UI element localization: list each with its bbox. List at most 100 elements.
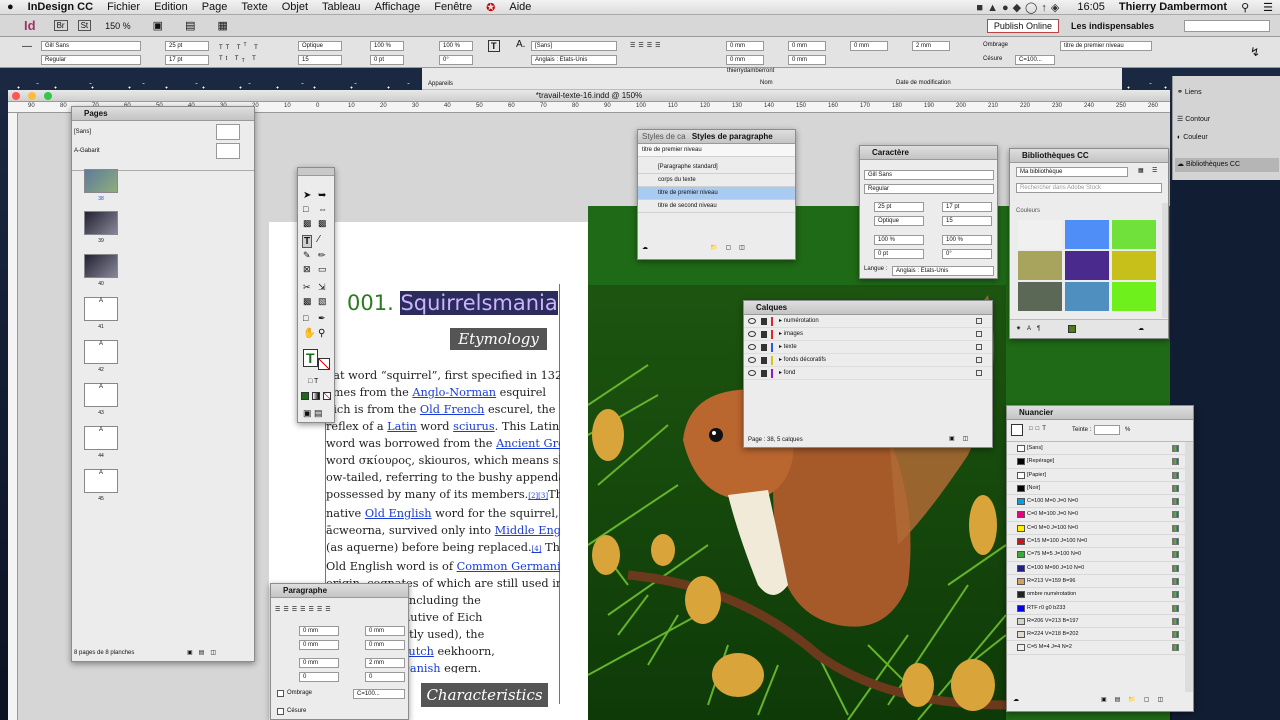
char-vscale-field[interactable]: 100 %	[874, 235, 924, 245]
apply-none-icon[interactable]	[323, 392, 331, 400]
tracking-field[interactable]: 15	[298, 55, 342, 65]
page-thumb-image[interactable]	[84, 254, 118, 278]
page-thumb[interactable]: 38	[84, 169, 118, 209]
swatch-row[interactable]: C=100 M=90 J=10 N=0	[1007, 562, 1193, 575]
article-link[interactable]: Old English	[365, 507, 432, 520]
publish-online-button[interactable]: Publish Online	[986, 18, 1059, 33]
cc-color-swatch[interactable]	[1112, 220, 1156, 249]
cc-color-swatch[interactable]	[1065, 251, 1109, 280]
eye-icon[interactable]	[748, 370, 756, 376]
page-thumb-image[interactable]: A	[84, 383, 118, 407]
lock-icon[interactable]	[761, 357, 767, 364]
swatch-row[interactable]: [Repérage]	[1007, 455, 1193, 469]
app-menu[interactable]: InDesign CC	[21, 1, 100, 13]
selection-tool-icon[interactable]: ➤	[303, 190, 311, 201]
lightning-icon[interactable]: ↯	[1250, 45, 1260, 59]
char-font-field[interactable]: Gill Sans	[864, 170, 994, 180]
menu-edition[interactable]: Edition	[147, 1, 195, 13]
menu-affichage[interactable]: Affichage	[368, 1, 428, 13]
master-a-thumb[interactable]	[216, 143, 240, 159]
menu-list-icon[interactable]: ☰	[1256, 1, 1280, 14]
cc-color-swatch[interactable]	[1112, 251, 1156, 280]
dock-stroke[interactable]: ☰ Contour	[1177, 115, 1210, 123]
align-buttons[interactable]: ☰☰☰☰	[630, 42, 664, 49]
char-language-field[interactable]: Anglais : Etats-Unis	[892, 266, 994, 276]
pages-panel-title[interactable]: Pages	[72, 107, 254, 121]
view-options-icon[interactable]: ▣	[153, 19, 163, 32]
article-link[interactable]: Anglo-Norman	[412, 386, 496, 399]
grid-view-icon[interactable]: ▦	[1138, 167, 1144, 174]
article-link[interactable]: sciurus	[453, 420, 495, 433]
char-style-field[interactable]: [Sans]	[531, 41, 617, 51]
swatches-panel-title[interactable]: Nuancier	[1007, 406, 1193, 420]
layer-target[interactable]	[976, 318, 982, 324]
para-space-after[interactable]: 2 mm	[365, 658, 405, 668]
swatch-row[interactable]: C=75 M=5 J=100 N=0	[1007, 548, 1193, 562]
swatch-row[interactable]: C=0 M=0 J=100 N=0	[1007, 522, 1193, 536]
page-thumb[interactable]: A 41	[84, 297, 118, 337]
layer-row[interactable]: ▸ fonds décoratifs	[744, 354, 992, 367]
page-thumb-image[interactable]: A	[84, 426, 118, 450]
layer-target[interactable]	[976, 344, 982, 350]
content-collector-icon[interactable]: ▩	[303, 218, 312, 229]
para-indent-left[interactable]: 0 mm	[299, 626, 339, 636]
stock-search-field[interactable]: Rechercher dans Adobe Stock	[1016, 183, 1162, 193]
heading-title[interactable]: Squirrelsmania	[400, 291, 558, 315]
pen-tool-icon[interactable]: ✎	[303, 250, 311, 261]
space-before-field[interactable]: 0 mm	[850, 41, 888, 51]
char-kerning-field[interactable]: Optique	[874, 216, 924, 226]
style-standard[interactable]: [Paragraphe standard]	[638, 161, 795, 174]
zoom-window-button[interactable]	[44, 92, 52, 100]
gap-tool-icon[interactable]: ⇔	[318, 204, 327, 214]
vertical-ruler[interactable]	[8, 113, 18, 720]
layer-row[interactable]: ▸ texte	[744, 341, 992, 354]
vscale-field[interactable]: 100 %	[370, 41, 404, 51]
menu-aide[interactable]: Aide	[502, 1, 538, 13]
type-tool-icon[interactable]: T	[302, 235, 313, 248]
character-panel-title[interactable]: Caractère	[860, 146, 997, 160]
style-library-icon[interactable]: ☁	[642, 244, 648, 251]
underline-buttons[interactable]: Tt TT T	[219, 56, 259, 64]
para-styles-tab[interactable]: Styles de paragraphe	[692, 132, 773, 141]
article-link[interactable]: [2][3]	[528, 492, 548, 500]
cc-color-swatch[interactable]	[1065, 220, 1109, 249]
bridge-col-date[interactable]: Date de modification	[896, 80, 951, 86]
language-field[interactable]: Anglais : Etats-Unis	[531, 55, 617, 65]
tint-field[interactable]	[1094, 425, 1120, 435]
help-search-field[interactable]	[1184, 19, 1270, 32]
menu-fenetre[interactable]: Fenêtre	[427, 1, 479, 13]
leading-field[interactable]: 17 pt	[165, 55, 209, 65]
first-line-field[interactable]: 0 mm	[726, 55, 764, 65]
lock-icon[interactable]	[761, 344, 767, 351]
shading-color-field[interactable]: C=100...	[1015, 55, 1055, 65]
baseline-field[interactable]: 0 pt	[370, 55, 404, 65]
page-thumb-image[interactable]: A	[84, 297, 118, 321]
master-none-thumb[interactable]	[216, 124, 240, 140]
para-last-line[interactable]: 0 mm	[365, 640, 405, 650]
eye-icon[interactable]	[748, 318, 756, 324]
char-hscale-field[interactable]: 100 %	[942, 235, 992, 245]
indent-right-field[interactable]: 0 mm	[788, 41, 826, 51]
menu-page[interactable]: Page	[195, 1, 235, 13]
fill-stroke-icon[interactable]: T	[303, 349, 318, 367]
eyedropper-icon[interactable]: ✒	[318, 313, 326, 324]
layers-footer-buttons[interactable]: ▣◫	[949, 435, 976, 442]
swatch-row[interactable]: RTF r0 g0 b233	[1007, 602, 1193, 615]
lock-icon[interactable]	[761, 318, 767, 325]
paragraph-style-field[interactable]: titre de premier niveau	[1060, 41, 1152, 51]
scissors-tool-icon[interactable]: ✂	[303, 282, 311, 293]
page-tool-icon[interactable]: □	[303, 204, 308, 214]
swatch-row[interactable]: C=100 M=0 J=0 N=0	[1007, 495, 1193, 509]
note-tool-icon[interactable]: □	[303, 313, 308, 323]
cc-color-swatch[interactable]	[1112, 282, 1156, 311]
pages-footer-buttons[interactable]: ▣▤◫	[187, 649, 222, 656]
article-link[interactable]: [4]	[532, 545, 542, 553]
page-thumb[interactable]: A 42	[84, 340, 118, 380]
char-baseline-field[interactable]: 0 pt	[874, 249, 924, 259]
page-thumb[interactable]: A 43	[84, 383, 118, 423]
characteristics-heading[interactable]: Characteristics	[421, 683, 548, 707]
hyphenation-checkbox[interactable]	[277, 708, 284, 715]
swatch-library-icon[interactable]: ☁	[1013, 696, 1019, 703]
bridge-icon[interactable]: Br	[53, 20, 68, 31]
para-shading-color[interactable]: C=100...	[353, 689, 405, 699]
